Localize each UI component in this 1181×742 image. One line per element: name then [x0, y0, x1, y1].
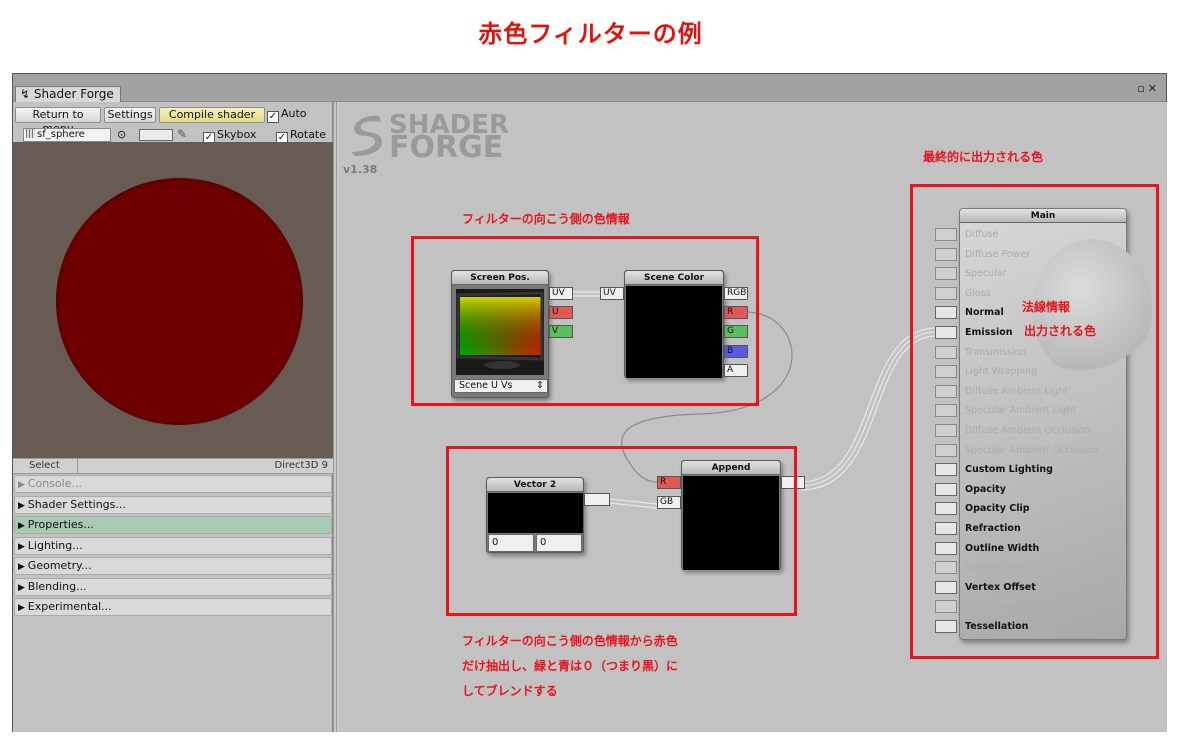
explain-line3: してブレンドする: [462, 684, 558, 698]
section-label: Experimental...: [27, 600, 112, 613]
expand-arrow-icon: ▶: [18, 562, 28, 572]
expand-arrow-icon: ▶: [18, 541, 28, 552]
light-color-swatch[interactable]: [139, 129, 173, 141]
window-tabbar: ↯ Shader Forge ▫✕: [13, 74, 1166, 103]
auto-label: Auto: [281, 107, 307, 120]
left-panel: Return to menu Settings Compile shader ✓…: [13, 102, 333, 732]
explain-line1: フィルターの向こう側の色情報から赤色: [462, 634, 678, 648]
window-controls[interactable]: ▫✕: [1137, 82, 1160, 95]
shader-forge-icon: ↯: [20, 87, 31, 101]
expand-arrow-icon: ▶: [18, 603, 28, 613]
mesh-picker-icon[interactable]: ⊙: [117, 128, 126, 141]
select-label[interactable]: Select: [29, 460, 60, 471]
material-preview[interactable]: [13, 142, 333, 458]
expand-arrow-icon: ▶: [18, 480, 28, 490]
preview-status-bar: Select Direct3D 9: [13, 458, 333, 474]
section-item[interactable]: ▶ Lighting...: [14, 536, 332, 555]
section-item[interactable]: ▶ Console...: [14, 475, 332, 493]
section-label: Blending...: [27, 579, 87, 593]
final-output-annotation: 最終的に出力される色: [923, 150, 1044, 164]
auto-check-icon: ✓: [267, 111, 279, 123]
normal-info-annotation: 法線情報: [1022, 300, 1071, 314]
maximize-icon[interactable]: ▫: [1137, 82, 1147, 95]
section-label: Console...: [27, 477, 82, 490]
section-item[interactable]: ▶ Geometry...: [14, 557, 332, 575]
return-to-menu-button[interactable]: Return to menu: [15, 107, 101, 135]
expand-arrow-icon: ▶: [18, 582, 28, 593]
section-label: Lighting...: [27, 538, 83, 552]
renderer-label: Direct3D 9: [274, 460, 328, 471]
explain-line2: だけ抽出し、緑と青は０（つまり黒）に: [462, 659, 679, 673]
expand-arrow-icon: ▶: [18, 500, 28, 511]
window-tab-label: Shader Forge: [33, 87, 114, 101]
page-heading: 赤色フィルターの例: [478, 20, 703, 48]
mesh-name: sf_sphere: [37, 129, 85, 140]
main-node-highlight-box: [910, 184, 1159, 659]
section-label: Properties...: [27, 518, 94, 531]
screen-scene-highlight-box: [411, 236, 759, 406]
section-item[interactable]: ▶ Experimental...: [14, 598, 332, 616]
status-divider: [77, 459, 78, 473]
compile-shader-button[interactable]: Compile shader: [159, 107, 265, 123]
section-label: Shader Settings...: [27, 497, 126, 511]
settings-button[interactable]: Settings: [104, 107, 156, 123]
section-item[interactable]: ▶ Properties...: [14, 516, 332, 534]
expand-arrow-icon: ▶: [18, 521, 28, 531]
auto-checkbox[interactable]: ✓ Auto: [267, 107, 307, 123]
rotate-label: Rotate: [290, 128, 327, 141]
shader-forge-window: ↯ Shader Forge ▫✕ Return to menu Setting…: [12, 73, 1167, 732]
eyedropper-icon[interactable]: ✎: [177, 127, 187, 141]
close-icon[interactable]: ✕: [1148, 82, 1160, 95]
skybox-label: Skybox: [217, 128, 257, 141]
node-canvas[interactable]: SHADER FORGE v1.38 Screen Pos. Scene U V…: [339, 102, 1167, 732]
section-item[interactable]: ▶ Shader Settings...: [14, 495, 332, 514]
section-item[interactable]: ▶ Blending...: [14, 577, 332, 596]
mesh-selector[interactable]: sf_sphere: [23, 128, 111, 142]
output-color-annotation: 出力される色: [1024, 324, 1097, 338]
behind-color-annotation: フィルターの向こう側の色情報: [462, 212, 630, 226]
window-tab[interactable]: ↯ Shader Forge: [15, 86, 121, 103]
section-label: Geometry...: [27, 559, 92, 572]
mesh-icon: [26, 129, 35, 138]
vector-append-highlight-box: [446, 446, 797, 616]
preview-sphere: [56, 178, 303, 425]
